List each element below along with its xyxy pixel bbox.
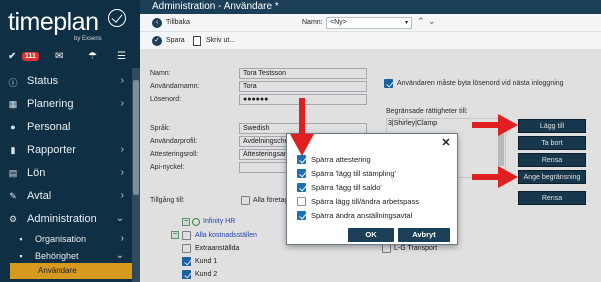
back-icon[interactable]: ‹ (152, 18, 162, 28)
nav-label: Administration (27, 213, 97, 225)
chevron-down-icon: ⌄ (115, 250, 124, 261)
nav-item-administration[interactable]: ⚙ Administration ⌄ (0, 209, 132, 231)
square-icon: ▪ (19, 234, 23, 244)
chevron-right-icon: › (120, 233, 124, 244)
option-checkbox[interactable] (297, 197, 306, 206)
info-icon: ⓘ (8, 78, 18, 88)
chevron-down-icon: ▾ (404, 20, 408, 26)
nav-label: Behörighet (35, 251, 79, 261)
chevron-down-icon: ⌄ (115, 213, 124, 224)
option-label: Spärra 'lägg till saldo' (311, 183, 382, 192)
nav-label: Avtal (27, 190, 52, 202)
timeplan-logo: timeplan by Exsens (8, 8, 133, 42)
nav-label: Rapporter (27, 144, 76, 156)
nav-label: Planering (27, 98, 74, 110)
option-label: Spärra 'lägg till stämpling' (311, 169, 396, 178)
save-button[interactable]: Spara (166, 37, 185, 44)
nav-label: Status (27, 75, 59, 87)
name-label: Namn: (302, 19, 323, 26)
nav-item-lon[interactable]: ▤ Lön › (0, 163, 132, 185)
logo-subtext: by Exsens (74, 36, 102, 42)
back-label[interactable]: Tillbaka (166, 19, 190, 26)
notification-badge[interactable]: 111 (22, 52, 39, 61)
print-button[interactable]: Skriv ut... (206, 37, 235, 44)
arrow-down-icon (290, 98, 314, 156)
chevron-right-icon: › (120, 144, 124, 155)
nav-label: Användare (38, 266, 77, 275)
option-label: Spärra ändra anställningsavtal (311, 211, 413, 220)
nav-item-avtal[interactable]: ✎ Avtal › (0, 186, 132, 208)
chevron-right-icon: › (120, 75, 124, 86)
save-check-icon[interactable]: ✓ (152, 36, 162, 46)
chevron-right-icon: › (120, 190, 124, 201)
nav-label: Personal (27, 121, 71, 133)
check-icon[interactable]: ✔ (8, 51, 16, 62)
chevron-right-icon: › (120, 167, 124, 178)
chevron-up-icon[interactable]: ⌃ (417, 16, 425, 27)
chevron-right-icon: › (120, 98, 124, 109)
title-bar: Administration - Användare * (140, 0, 601, 14)
ok-button[interactable]: OK (348, 228, 394, 242)
nav-item-anvandare-active[interactable]: Användare (10, 263, 133, 279)
cancel-button[interactable]: Avbryt (398, 228, 450, 242)
quick-icon-bar: ✔ 111 ✉ ☂ ☰ (0, 49, 140, 67)
arrow-right-icon (472, 114, 518, 136)
calendar-icon: ▦ (8, 99, 18, 109)
mail-icon[interactable]: ✉ (55, 51, 63, 62)
page-title: Administration - Användare * (152, 1, 279, 12)
option-checkbox[interactable] (297, 183, 306, 192)
nav-item-status[interactable]: ⓘ Status › (0, 71, 132, 93)
name-select-value: <Ny> (330, 19, 347, 26)
list-icon[interactable]: ☰ (117, 51, 126, 62)
chevron-down-icon[interactable]: ⌄ (428, 16, 436, 27)
arrow-right-icon (472, 166, 518, 188)
name-select[interactable]: <Ny> ▾ (326, 17, 412, 29)
person-icon: ● (10, 122, 16, 132)
square-icon: ▪ (19, 251, 23, 261)
file-icon: ▤ (8, 168, 18, 178)
wrench-icon: ✎ (9, 191, 17, 201)
option-checkbox[interactable] (297, 169, 306, 178)
sidebar-scroll-thumb[interactable] (133, 80, 139, 195)
option-label: Spärra lägg till/ändra arbetspass (311, 197, 419, 206)
sidebar: timeplan by Exsens ✔ 111 ✉ ☂ ☰ ⓘ Status … (0, 0, 140, 282)
nav-label: Organisation (35, 234, 87, 244)
nav-item-personal[interactable]: ● Personal (0, 117, 132, 139)
umbrella-icon[interactable]: ☂ (88, 51, 97, 62)
logo-check-icon (108, 9, 126, 27)
print-icon[interactable] (193, 36, 201, 46)
logo-text: timeplan (8, 8, 99, 36)
option-label: Spärra attestering (311, 155, 371, 164)
option-checkbox[interactable] (297, 211, 306, 220)
cogs-icon: ⚙ (8, 214, 18, 224)
nav-item-planering[interactable]: ▦ Planering › (0, 94, 132, 116)
nav-item-rapporter[interactable]: ▮ Rapporter › (0, 140, 132, 162)
chart-icon: ▮ (10, 145, 16, 155)
option-checkbox[interactable] (297, 155, 306, 164)
nav-label: Lön (27, 167, 46, 179)
close-icon[interactable]: ✕ (440, 137, 452, 149)
